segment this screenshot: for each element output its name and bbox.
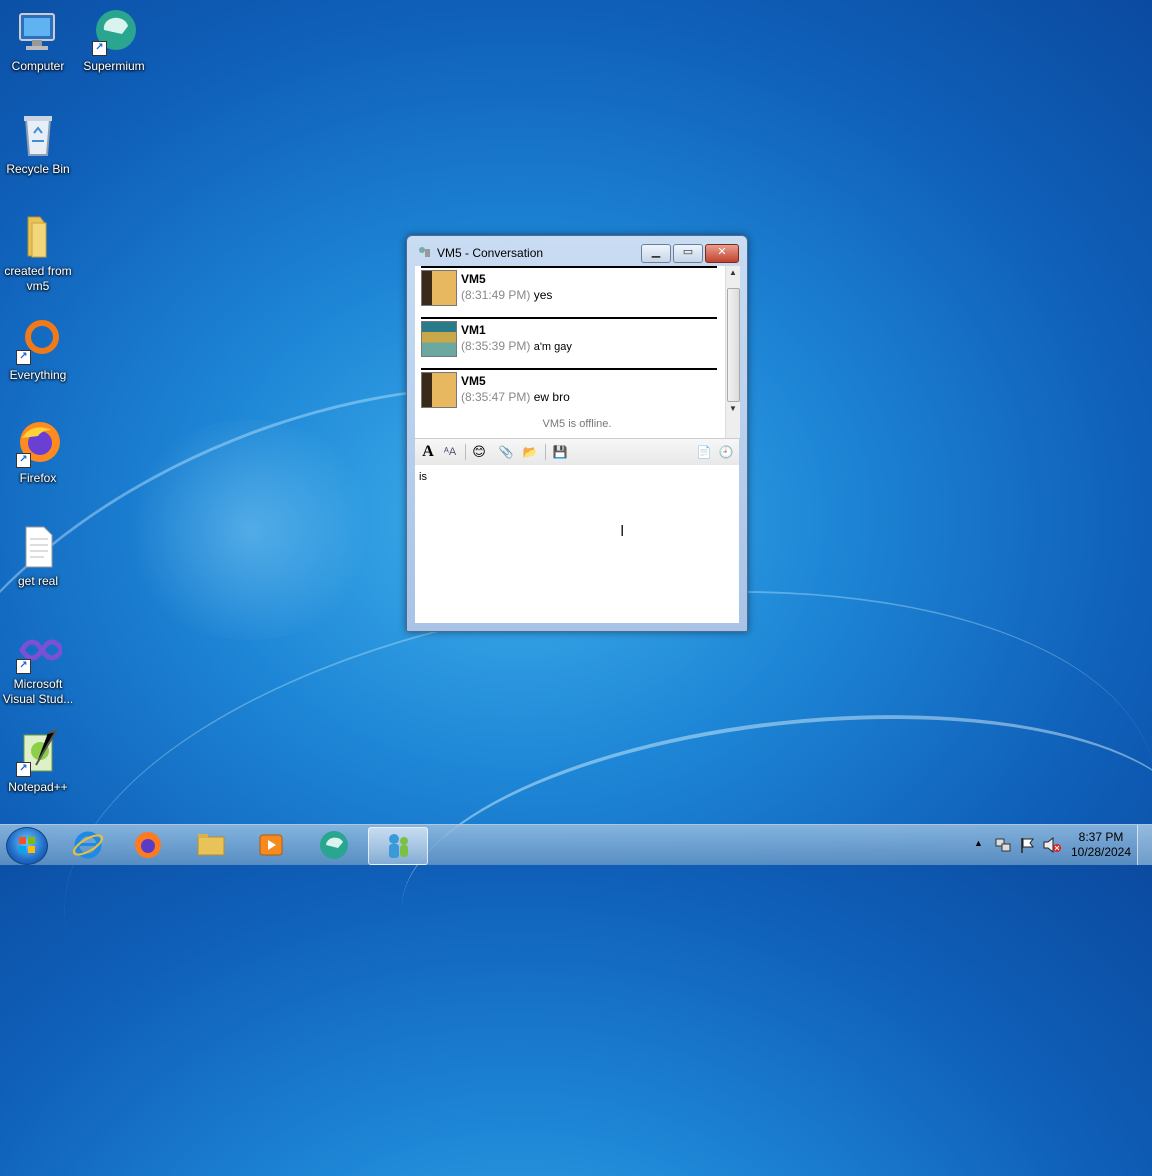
shortcut-arrow-icon: ↗	[16, 762, 31, 777]
show-hidden-icons-icon[interactable]: ▲	[974, 838, 983, 878]
message-time: (8:31:49 PM)	[461, 288, 531, 302]
network-icon[interactable]	[994, 836, 1012, 876]
desktop-icon-label: Supermium	[83, 59, 145, 73]
desktop-icon-label: Firefox	[19, 471, 57, 485]
toolbar-separator	[465, 444, 466, 460]
close-button[interactable]: ✕	[705, 244, 739, 263]
desktop-icon-label: Notepad++	[8, 780, 68, 794]
taskbar: ▲ 8:37 PM 10/28/2024	[0, 824, 1152, 865]
save-icon[interactable]: 💾	[551, 443, 569, 461]
history-scrollbar[interactable]: ▲ ▼	[725, 266, 740, 438]
firefox-icon	[135, 832, 161, 858]
start-button[interactable]	[6, 827, 48, 865]
minimize-button[interactable]: ▁	[641, 244, 671, 263]
window-title: VM5 - Conversation	[437, 246, 544, 260]
taskbar-messenger[interactable]	[368, 827, 428, 865]
desktop-icon-visual-studio[interactable]: ↗ Microsoft Visual Stud...	[0, 626, 76, 707]
everything-icon: ↗	[14, 317, 62, 365]
folder-icon	[14, 213, 62, 261]
shortcut-arrow-icon: ↗	[16, 453, 31, 468]
clock-date: 10/28/2024	[1070, 845, 1132, 859]
action-center-flag-icon[interactable]	[1018, 836, 1036, 876]
scroll-down-icon[interactable]: ▼	[726, 402, 740, 416]
message-history[interactable]: VM5 (8:31:49 PM) yes VM1 (8:35:39 PM) a'…	[415, 266, 725, 438]
desktop-icon-label: Everything	[9, 368, 67, 382]
offline-status: VM5 is offline.	[542, 418, 612, 430]
desktop-icon-text-file[interactable]: get real	[0, 523, 76, 589]
scroll-up-icon[interactable]: ▲	[726, 266, 740, 280]
scrollbar-thumb[interactable]	[727, 288, 740, 402]
window-titlebar[interactable]: VM5 - Conversation ▁ ▭ ✕	[407, 236, 747, 266]
desktop-icon-label: created from vm5	[4, 264, 72, 293]
taskbar-internet-explorer[interactable]	[60, 827, 116, 863]
recycle-bin-icon	[14, 111, 62, 159]
desktop-icon-label: Recycle Bin	[6, 162, 70, 176]
message-text: ew bro	[533, 390, 570, 404]
message-input-text: is	[419, 471, 427, 483]
supermium-icon: ↗	[90, 8, 138, 56]
desktop-icon-firefox[interactable]: ↗ Firefox	[0, 420, 76, 486]
media-player-icon	[259, 834, 283, 856]
desktop-icon-computer[interactable]: Computer	[0, 8, 76, 74]
nudge-icon[interactable]: 📎	[497, 443, 515, 461]
windows-logo-icon	[19, 837, 35, 853]
message-time: (8:35:39 PM)	[461, 339, 531, 353]
emoticon-icon[interactable]: 😊	[470, 443, 488, 461]
maximize-button[interactable]: ▭	[673, 244, 703, 263]
volume-muted-icon[interactable]	[1042, 836, 1062, 876]
notepad-plus-plus-icon: ↗	[14, 729, 62, 777]
message-item: VM5 (8:35:47 PM) ew bro	[421, 368, 717, 418]
avatar	[421, 270, 457, 306]
shortcut-arrow-icon: ↗	[92, 41, 107, 56]
desktop-icon-recycle-bin[interactable]: Recycle Bin	[0, 111, 76, 177]
desktop-icon-folder[interactable]: created from vm5	[0, 213, 76, 294]
message-sender: VM5	[461, 374, 486, 388]
message-time: (8:35:47 PM)	[461, 390, 531, 404]
desktop-icon-label: Microsoft Visual Stud...	[2, 677, 74, 706]
desktop-icon-label: Computer	[11, 59, 65, 73]
supermium-icon	[320, 831, 348, 859]
text-document-icon	[14, 523, 62, 571]
clock[interactable]: 8:37 PM 10/28/2024	[1066, 830, 1136, 860]
message-sender: VM1	[461, 323, 486, 337]
shortcut-arrow-icon: ↗	[16, 350, 31, 365]
visual-studio-icon: ↗	[14, 626, 65, 674]
text-cursor-icon: I	[620, 523, 625, 540]
history-icon[interactable]: 🕘	[717, 443, 735, 461]
font-icon[interactable]: A	[419, 443, 437, 461]
taskbar-firefox[interactable]	[120, 827, 176, 863]
message-sender: VM5	[461, 272, 486, 286]
desktop-icon-everything[interactable]: ↗ Everything	[0, 317, 76, 383]
taskbar-supermium[interactable]	[306, 827, 362, 863]
send-file-icon[interactable]: 📂	[521, 443, 539, 461]
compose-toolbar: A ᴬA 😊 📎 📂 💾 📄 🕘	[415, 438, 739, 466]
window-client: VM5 (8:31:49 PM) yes VM1 (8:35:39 PM) a'…	[415, 266, 740, 623]
shortcut-arrow-icon: ↗	[16, 659, 31, 674]
add-contact-icon[interactable]: 📄	[695, 443, 713, 461]
show-desktop-button[interactable]	[1137, 825, 1152, 865]
taskbar-explorer[interactable]	[182, 827, 238, 863]
messenger-icon	[419, 247, 430, 257]
taskbar-media-player[interactable]	[242, 827, 298, 863]
avatar	[421, 321, 457, 357]
text-color-icon[interactable]: ᴬA	[441, 443, 459, 461]
avatar	[421, 372, 457, 408]
desktop-icon-supermium[interactable]: ↗ Supermium	[76, 8, 152, 74]
conversation-window[interactable]: VM5 - Conversation ▁ ▭ ✕ VM5 (8:31:49 PM…	[406, 235, 748, 632]
clock-time: 8:37 PM	[1078, 830, 1124, 844]
message-item: VM5 (8:31:49 PM) yes	[421, 266, 717, 316]
messenger-icon	[389, 834, 408, 858]
desktop-icon-notepad-plus-plus[interactable]: ↗ Notepad++	[0, 729, 76, 795]
folder-icon	[197, 834, 225, 856]
computer-icon	[14, 8, 62, 56]
message-text: a'm gay	[533, 341, 572, 353]
message-input[interactable]: is I	[415, 465, 739, 623]
toolbar-separator	[545, 444, 546, 460]
internet-explorer-icon	[72, 831, 104, 859]
firefox-icon: ↗	[14, 420, 62, 468]
message-text: yes	[533, 288, 553, 302]
message-item: VM1 (8:35:39 PM) a'm gay	[421, 317, 717, 367]
desktop-icon-label: get real	[17, 574, 59, 588]
